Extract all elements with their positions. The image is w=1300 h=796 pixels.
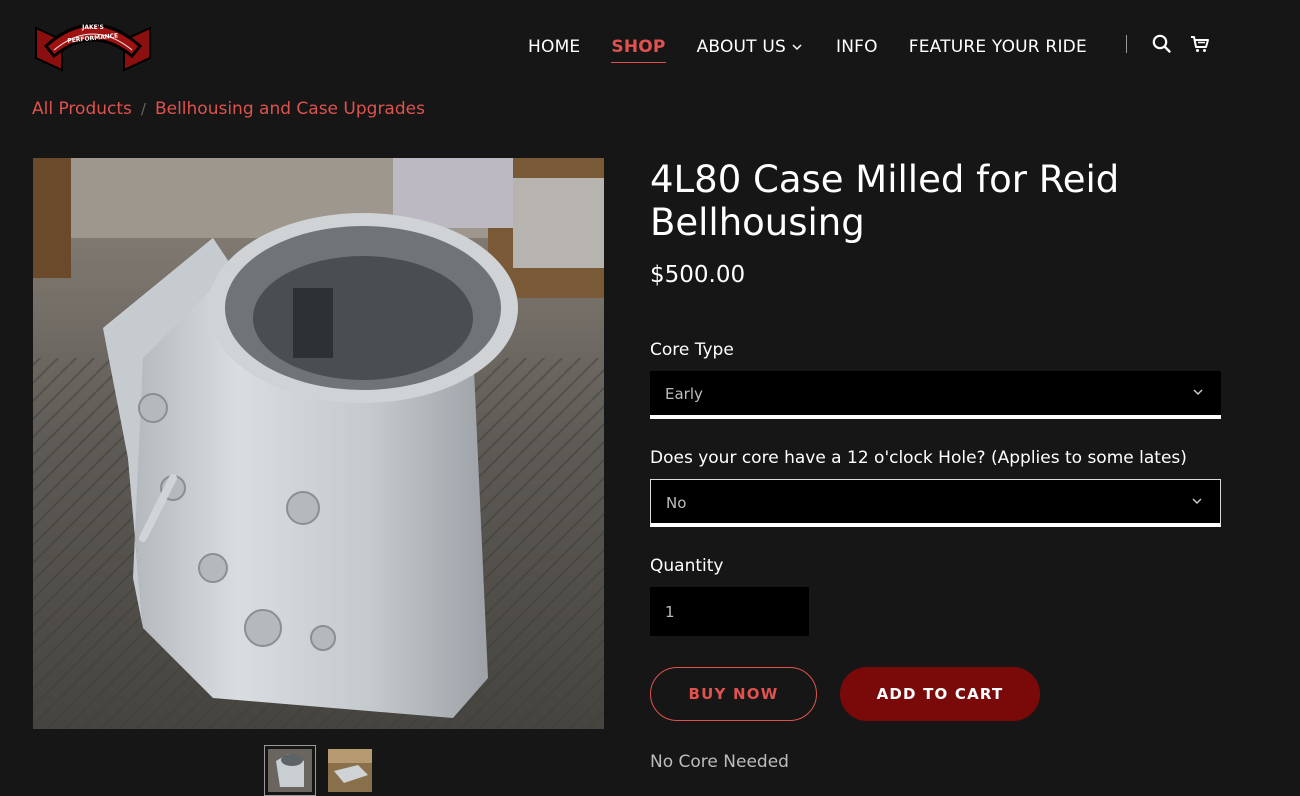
thumbnail-1-image	[268, 749, 312, 792]
twelve-oclock-hole-label: Does your core have a 12 o'clock Hole? (…	[650, 448, 1187, 468]
chevron-down-icon	[1193, 389, 1203, 395]
core-type-value: Early	[665, 385, 703, 403]
main-nav: HOME SHOP ABOUT US INFO FEATURE YOUR RID…	[528, 34, 1087, 63]
nav-about-us[interactable]: ABOUT US	[697, 37, 803, 57]
nav-shop[interactable]: SHOP	[611, 37, 666, 63]
breadcrumb-all-products[interactable]: All Products	[32, 99, 132, 119]
breadcrumb-separator: /	[140, 100, 146, 118]
quantity-input[interactable]	[650, 587, 809, 636]
add-to-cart-button[interactable]: ADD TO CART	[840, 667, 1040, 721]
core-type-select[interactable]: Early	[650, 371, 1221, 419]
thumbnail-2-image	[328, 749, 372, 792]
product-price: $500.00	[650, 262, 746, 288]
twelve-oclock-hole-select[interactable]: No	[650, 479, 1221, 527]
site-header: JAKE'S PERFORMANCE HOME SHOP ABOUT US IN…	[0, 0, 1300, 90]
product-note: No Core Needed	[650, 752, 789, 772]
nav-about-us-label: ABOUT US	[696, 37, 787, 57]
breadcrumb-category[interactable]: Bellhousing and Case Upgrades	[155, 99, 425, 119]
search-icon[interactable]	[1151, 33, 1173, 55]
transmission-case-photo	[33, 158, 604, 729]
nav-home[interactable]: HOME	[528, 37, 580, 57]
brand-logo[interactable]: JAKE'S PERFORMANCE	[32, 10, 154, 76]
product-title: 4L80 Case Milled for Reid Bellhousing	[650, 158, 1120, 244]
logo-graphic: JAKE'S PERFORMANCE	[35, 23, 151, 72]
chevron-down-icon	[792, 44, 802, 51]
core-type-label: Core Type	[650, 340, 734, 360]
nav-feature-your-ride[interactable]: FEATURE YOUR RIDE	[909, 37, 1087, 57]
quantity-label: Quantity	[650, 556, 724, 576]
nav-divider	[1126, 35, 1127, 53]
logo-text-top: JAKE'S	[81, 24, 104, 31]
breadcrumb: All Products / Bellhousing and Case Upgr…	[32, 97, 425, 121]
product-main-image[interactable]	[33, 158, 604, 729]
nav-info[interactable]: INFO	[836, 37, 878, 57]
thumbnail-2[interactable]	[324, 745, 376, 796]
thumbnail-strip	[264, 745, 376, 796]
buy-now-button[interactable]: BUY NOW	[650, 667, 817, 721]
cart-icon[interactable]	[1189, 33, 1211, 55]
thumbnail-1[interactable]	[264, 745, 316, 796]
chevron-down-icon	[1192, 498, 1202, 504]
twelve-oclock-hole-value: No	[666, 494, 687, 512]
